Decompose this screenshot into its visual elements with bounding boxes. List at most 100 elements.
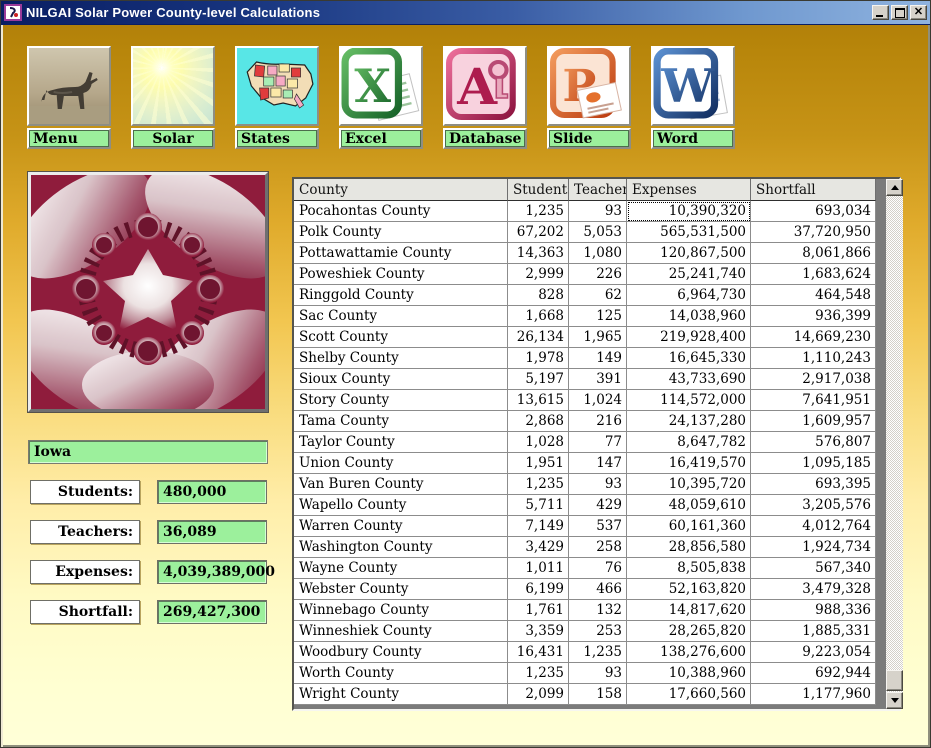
- maximize-button[interactable]: [891, 5, 908, 20]
- cell-county[interactable]: Poweshiek County: [294, 264, 508, 285]
- table-row[interactable]: Sac County 1,668 125 14,038,960 936,399: [294, 306, 882, 327]
- cell-shortfall[interactable]: 14,669,230: [751, 327, 876, 348]
- table-row[interactable]: Tama County 2,868 216 24,137,280 1,609,957: [294, 411, 882, 432]
- cell-teachers[interactable]: 216: [569, 411, 627, 432]
- cell-teachers[interactable]: 429: [569, 495, 627, 516]
- cell-students[interactable]: 1,235: [508, 474, 569, 495]
- cell-teachers[interactable]: 147: [569, 453, 627, 474]
- cell-county[interactable]: Pocahontas County: [294, 201, 508, 222]
- cell-teachers[interactable]: 466: [569, 579, 627, 600]
- cell-expenses[interactable]: 16,419,570: [627, 453, 751, 474]
- table-row[interactable]: Story County 13,615 1,024 114,572,000 7,641,…: [294, 390, 882, 411]
- table-row[interactable]: Woodbury County 16,431 1,235 138,276,600 9,2…: [294, 642, 882, 663]
- students-value-field[interactable]: 480,000: [157, 480, 267, 504]
- cell-teachers[interactable]: 258: [569, 537, 627, 558]
- cell-teachers[interactable]: 77: [569, 432, 627, 453]
- cell-county[interactable]: Wapello County: [294, 495, 508, 516]
- cell-county[interactable]: Worth County: [294, 663, 508, 684]
- cell-expenses[interactable]: 219,928,400: [627, 327, 751, 348]
- column-header-county[interactable]: County: [294, 179, 508, 201]
- excel-button[interactable]: X Excel: [339, 46, 423, 149]
- cell-teachers[interactable]: 5,053: [569, 222, 627, 243]
- title-bar[interactable]: NILGAI Solar Power County-level Calculat…: [1, 1, 930, 25]
- cell-expenses[interactable]: 10,390,320: [627, 201, 751, 222]
- column-header-expenses[interactable]: Expenses: [627, 179, 751, 201]
- cell-students[interactable]: 1,235: [508, 201, 569, 222]
- cell-shortfall[interactable]: 3,205,576: [751, 495, 876, 516]
- column-header-teachers[interactable]: Teachers: [569, 179, 627, 201]
- cell-expenses[interactable]: 25,241,740: [627, 264, 751, 285]
- cell-shortfall[interactable]: 936,399: [751, 306, 876, 327]
- cell-county[interactable]: Pottawattamie County: [294, 243, 508, 264]
- table-row[interactable]: Wapello County 5,711 429 48,059,610 3,205,57…: [294, 495, 882, 516]
- table-row[interactable]: Scott County 26,134 1,965 219,928,400 14,669…: [294, 327, 882, 348]
- solar-button[interactable]: Solar: [131, 46, 215, 149]
- cell-shortfall[interactable]: 567,340: [751, 558, 876, 579]
- cell-expenses[interactable]: 17,660,560: [627, 684, 751, 705]
- cell-teachers[interactable]: 253: [569, 621, 627, 642]
- slide-button[interactable]: P Slide: [547, 46, 631, 149]
- cell-teachers[interactable]: 158: [569, 684, 627, 705]
- cell-shortfall[interactable]: 37,720,950: [751, 222, 876, 243]
- cell-expenses[interactable]: 24,137,280: [627, 411, 751, 432]
- cell-students[interactable]: 1,978: [508, 348, 569, 369]
- cell-expenses[interactable]: 28,265,820: [627, 621, 751, 642]
- cell-expenses[interactable]: 10,388,960: [627, 663, 751, 684]
- cell-expenses[interactable]: 60,161,360: [627, 516, 751, 537]
- cell-expenses[interactable]: 120,867,500: [627, 243, 751, 264]
- table-row[interactable]: Winnebago County 1,761 132 14,817,620 988,33…: [294, 600, 882, 621]
- cell-county[interactable]: Scott County: [294, 327, 508, 348]
- cell-students[interactable]: 16,431: [508, 642, 569, 663]
- table-row[interactable]: Winneshiek County 3,359 253 28,265,820 1,885…: [294, 621, 882, 642]
- cell-expenses[interactable]: 10,395,720: [627, 474, 751, 495]
- cell-county[interactable]: Polk County: [294, 222, 508, 243]
- expenses-value-field[interactable]: 4,039,389,000: [157, 560, 275, 584]
- cell-shortfall[interactable]: 1,924,734: [751, 537, 876, 558]
- cell-students[interactable]: 1,011: [508, 558, 569, 579]
- cell-students[interactable]: 1,951: [508, 453, 569, 474]
- cell-county[interactable]: Winneshiek County: [294, 621, 508, 642]
- teachers-value-field[interactable]: 36,089: [157, 520, 267, 544]
- cell-expenses[interactable]: 14,038,960: [627, 306, 751, 327]
- cell-expenses[interactable]: 565,531,500: [627, 222, 751, 243]
- table-row[interactable]: Wright County 2,099 158 17,660,560 1,177,960: [294, 684, 882, 705]
- cell-expenses[interactable]: 138,276,600: [627, 642, 751, 663]
- cell-shortfall[interactable]: 2,917,038: [751, 369, 876, 390]
- cell-shortfall[interactable]: 1,110,243: [751, 348, 876, 369]
- cell-shortfall[interactable]: 464,548: [751, 285, 876, 306]
- cell-expenses[interactable]: 8,505,838: [627, 558, 751, 579]
- table-row[interactable]: Polk County 67,202 5,053 565,531,500 37,720,…: [294, 222, 882, 243]
- cell-shortfall[interactable]: 693,395: [751, 474, 876, 495]
- cell-shortfall[interactable]: 3,479,328: [751, 579, 876, 600]
- cell-county[interactable]: Wayne County: [294, 558, 508, 579]
- cell-teachers[interactable]: 62: [569, 285, 627, 306]
- cell-students[interactable]: 3,359: [508, 621, 569, 642]
- cell-expenses[interactable]: 6,964,730: [627, 285, 751, 306]
- cell-teachers[interactable]: 93: [569, 201, 627, 222]
- cell-county[interactable]: Woodbury County: [294, 642, 508, 663]
- cell-teachers[interactable]: 537: [569, 516, 627, 537]
- cell-teachers[interactable]: 226: [569, 264, 627, 285]
- cell-teachers[interactable]: 1,080: [569, 243, 627, 264]
- cell-county[interactable]: Webster County: [294, 579, 508, 600]
- cell-shortfall[interactable]: 1,683,624: [751, 264, 876, 285]
- table-row[interactable]: Union County 1,951 147 16,419,570 1,095,185: [294, 453, 882, 474]
- cell-students[interactable]: 26,134: [508, 327, 569, 348]
- cell-students[interactable]: 5,711: [508, 495, 569, 516]
- cell-students[interactable]: 1,235: [508, 663, 569, 684]
- cell-teachers[interactable]: 125: [569, 306, 627, 327]
- cell-teachers[interactable]: 1,965: [569, 327, 627, 348]
- cell-teachers[interactable]: 132: [569, 600, 627, 621]
- database-button[interactable]: A Database: [443, 46, 527, 149]
- cell-teachers[interactable]: 1,235: [569, 642, 627, 663]
- cell-county[interactable]: Warren County: [294, 516, 508, 537]
- table-row[interactable]: Poweshiek County 2,999 226 25,241,740 1,683,…: [294, 264, 882, 285]
- cell-county[interactable]: Shelby County: [294, 348, 508, 369]
- close-button[interactable]: ✕: [910, 5, 927, 20]
- cell-expenses[interactable]: 28,856,580: [627, 537, 751, 558]
- cell-students[interactable]: 1,028: [508, 432, 569, 453]
- cell-teachers[interactable]: 93: [569, 474, 627, 495]
- cell-county[interactable]: Tama County: [294, 411, 508, 432]
- scrollbar-up-button[interactable]: [886, 179, 903, 196]
- minimize-button[interactable]: [872, 5, 889, 20]
